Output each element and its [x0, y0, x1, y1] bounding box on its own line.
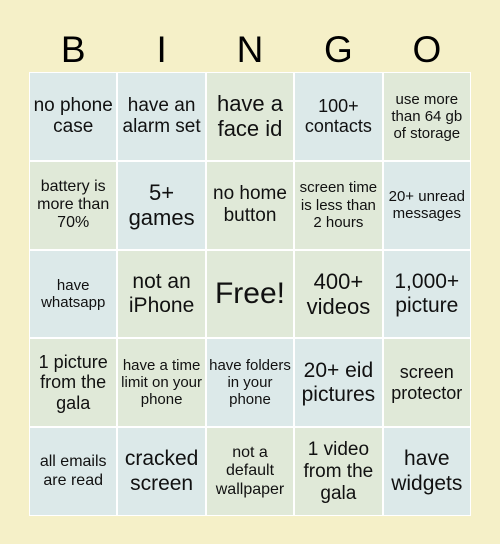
bingo-cell[interactable]: use more than 64 gb of storage [383, 73, 470, 160]
header-letter-o: O [412, 29, 442, 70]
bingo-cell[interactable]: 20+ unread messages [383, 161, 470, 249]
bingo-cell[interactable]: screen time is less than 2 hours [295, 161, 382, 249]
bingo-cell[interactable]: have widgets [383, 428, 470, 515]
header-letter-n: N [236, 29, 264, 70]
header-letter-i: I [156, 29, 167, 70]
bingo-header: B I N G O [29, 28, 471, 72]
bingo-cell[interactable]: 5+ games [118, 161, 205, 249]
free-space-cell[interactable]: Free! [206, 250, 294, 338]
bingo-cell[interactable]: 1 video from the gala [295, 428, 382, 515]
bingo-cell[interactable]: have folders in your phone [206, 339, 294, 427]
bingo-cell[interactable]: 1 picture from the gala [30, 339, 117, 427]
bingo-cell[interactable]: have whatsapp [30, 250, 117, 338]
header-letter-g: G [324, 29, 353, 70]
bingo-cell[interactable]: not a default wallpaper [206, 428, 294, 515]
bingo-cell[interactable]: not an iPhone [118, 250, 205, 338]
bingo-cell[interactable]: screen protector [383, 339, 470, 427]
bingo-cell[interactable]: have a time limit on your phone [118, 339, 205, 427]
bingo-card: no phone case have an alarm set have a f… [29, 72, 471, 516]
bingo-cell[interactable]: have an alarm set [118, 73, 205, 160]
header-letter-b: B [60, 29, 86, 70]
bingo-cell[interactable]: all emails are read [30, 428, 117, 515]
bingo-cell[interactable]: have a face id [206, 73, 294, 160]
bingo-cell[interactable]: 1,000+ picture [383, 250, 470, 338]
bingo-cell[interactable]: 400+ videos [295, 250, 382, 338]
bingo-cell[interactable]: cracked screen [118, 428, 205, 515]
bingo-cell[interactable]: 100+ contacts [295, 73, 382, 160]
bingo-cell[interactable]: no home button [206, 161, 294, 249]
bingo-cell[interactable]: battery is more than 70% [30, 161, 117, 249]
bingo-cell[interactable]: 20+ eid pictures [295, 339, 382, 427]
bingo-cell[interactable]: no phone case [30, 73, 117, 160]
